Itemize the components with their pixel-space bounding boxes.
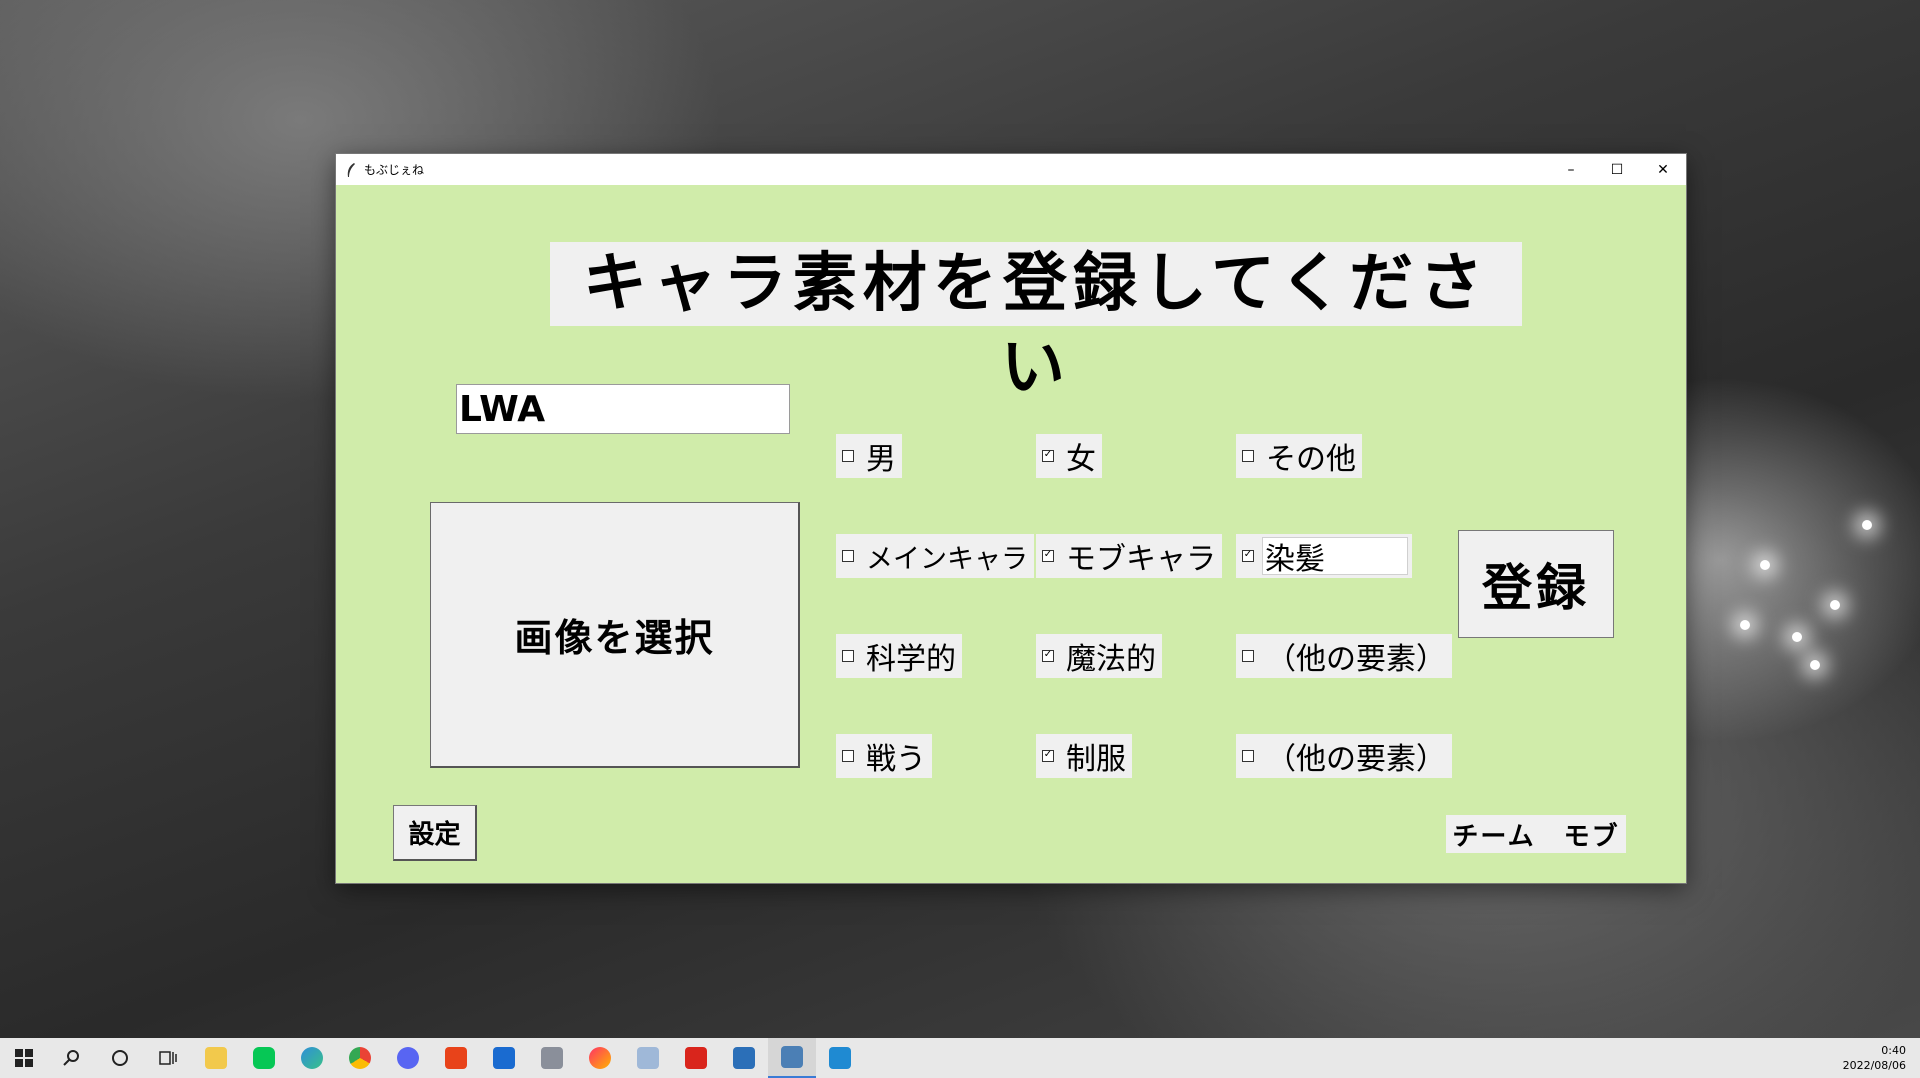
discord-icon[interactable] xyxy=(384,1038,432,1078)
creative-cloud-icon[interactable] xyxy=(576,1038,624,1078)
checkbox-fight[interactable]: 戦う xyxy=(836,734,932,778)
team-label: チーム モブ xyxy=(1446,815,1626,853)
checkbox-square[interactable] xyxy=(1042,750,1054,762)
checkbox-label: モブキャラ xyxy=(1066,542,1216,577)
checkbox-male[interactable]: 男 xyxy=(836,434,902,478)
checkbox-label: 男 xyxy=(866,442,896,477)
checkbox-label: その他 xyxy=(1266,442,1356,477)
mail-icon[interactable] xyxy=(480,1038,528,1078)
character-name-input[interactable] xyxy=(456,384,790,434)
checkbox-magical[interactable]: 魔法的 xyxy=(1036,634,1162,678)
checkbox-square[interactable] xyxy=(842,650,854,662)
checkbox-square[interactable] xyxy=(1042,550,1054,562)
edge-icon[interactable] xyxy=(288,1038,336,1078)
settings-button[interactable]: 設定 xyxy=(393,805,477,861)
office-icon[interactable] xyxy=(432,1038,480,1078)
windows-start-icon[interactable] xyxy=(0,1038,48,1078)
checkbox-uniform[interactable]: 制服 xyxy=(1036,734,1132,778)
vscode-icon[interactable] xyxy=(816,1038,864,1078)
checkbox-square[interactable] xyxy=(1242,650,1254,662)
checkbox-label: 制服 xyxy=(1066,742,1126,777)
checkbox-square[interactable] xyxy=(1242,550,1254,562)
taskbar: 0:40 2022/08/06 xyxy=(0,1038,1920,1078)
checkbox-square[interactable] xyxy=(842,450,854,462)
checkbox-other[interactable]: その他 xyxy=(1236,434,1362,478)
feather-icon xyxy=(347,162,355,177)
maximize-button[interactable]: ☐ xyxy=(1594,154,1640,185)
checkbox-main-character[interactable]: メインキャラ xyxy=(836,534,1034,578)
photos-icon[interactable] xyxy=(720,1038,768,1078)
file-explorer-icon[interactable] xyxy=(192,1038,240,1078)
checkbox-square[interactable] xyxy=(1042,450,1054,462)
checkbox-label: メインキャラ xyxy=(866,543,1028,575)
calculator-icon[interactable] xyxy=(528,1038,576,1078)
checkbox-female[interactable]: 女 xyxy=(1036,434,1102,478)
minimize-button[interactable]: – xyxy=(1548,154,1594,185)
checkbox-square[interactable] xyxy=(842,550,854,562)
checkbox-label: 女 xyxy=(1066,442,1096,477)
checkbox-square[interactable] xyxy=(1042,650,1054,662)
checkbox-square[interactable] xyxy=(1242,450,1254,462)
checkbox-custom[interactable] xyxy=(1236,534,1412,578)
app-window: もぶじぇね – ☐ ✕ キャラ素材を登録してください 画像を選択 男 女 その他… xyxy=(336,154,1686,883)
search-icon[interactable] xyxy=(48,1038,96,1078)
clock-time: 0:40 xyxy=(1881,1044,1906,1057)
checkbox-mob-character[interactable]: モブキャラ xyxy=(1036,534,1222,578)
checkbox-label: 魔法的 xyxy=(1066,642,1156,677)
task-view-icon[interactable] xyxy=(144,1038,192,1078)
checkbox-label: 戦う xyxy=(866,742,926,777)
custom-tag-input[interactable] xyxy=(1262,537,1408,575)
select-image-button[interactable]: 画像を選択 xyxy=(430,502,800,768)
checkbox-other-element-1[interactable]: （他の要素） xyxy=(1236,634,1452,678)
checkbox-label: 科学的 xyxy=(866,642,956,677)
checkbox-scientific[interactable]: 科学的 xyxy=(836,634,962,678)
chrome-icon[interactable] xyxy=(336,1038,384,1078)
page-heading: キャラ素材を登録してください xyxy=(550,242,1522,405)
python-app-icon[interactable] xyxy=(768,1038,816,1078)
cortana-icon[interactable] xyxy=(96,1038,144,1078)
clock-date: 2022/08/06 xyxy=(1842,1059,1906,1072)
register-button[interactable]: 登録 xyxy=(1458,530,1614,638)
checkbox-label: （他の要素） xyxy=(1266,742,1446,777)
checkbox-square[interactable] xyxy=(1242,750,1254,762)
checkbox-other-element-2[interactable]: （他の要素） xyxy=(1236,734,1452,778)
window-title: もぶじぇね xyxy=(364,163,425,177)
line-icon[interactable] xyxy=(240,1038,288,1078)
app-icon[interactable] xyxy=(624,1038,672,1078)
system-clock[interactable]: 0:40 2022/08/06 xyxy=(1843,1043,1906,1073)
checkbox-square[interactable] xyxy=(842,750,854,762)
close-button[interactable]: ✕ xyxy=(1640,154,1686,185)
acrobat-icon[interactable] xyxy=(672,1038,720,1078)
checkbox-label: （他の要素） xyxy=(1266,642,1446,677)
title-bar[interactable]: もぶじぇね – ☐ ✕ xyxy=(336,154,1686,185)
